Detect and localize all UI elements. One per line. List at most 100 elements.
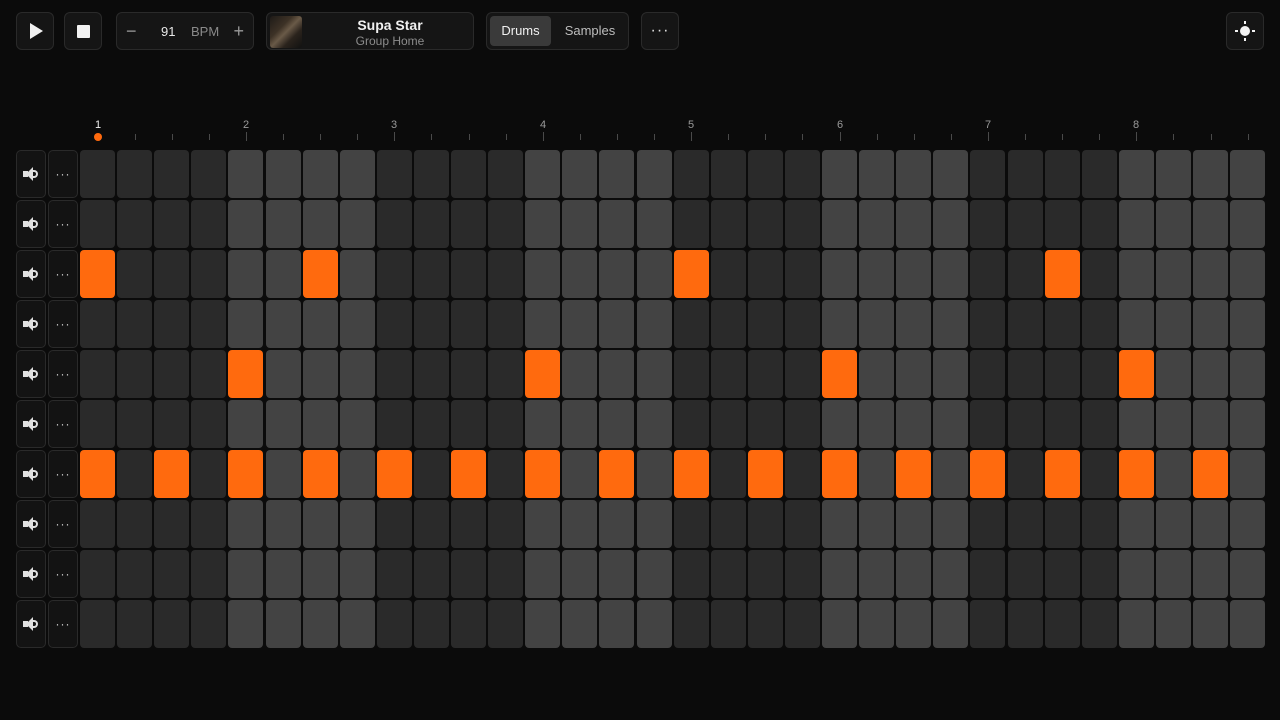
step-pad[interactable]: [562, 400, 597, 448]
step-pad-active[interactable]: [970, 450, 1005, 498]
step-pad[interactable]: [377, 300, 412, 348]
step-pad[interactable]: [228, 200, 263, 248]
step-pad[interactable]: [525, 550, 560, 598]
step-pad[interactable]: [637, 550, 672, 598]
step-pad[interactable]: [1156, 550, 1191, 598]
step-pad-active[interactable]: [377, 450, 412, 498]
step-pad[interactable]: [414, 450, 449, 498]
step-pad[interactable]: [80, 500, 115, 548]
step-pad[interactable]: [1045, 300, 1080, 348]
step-pad[interactable]: [80, 550, 115, 598]
step-pad[interactable]: [1008, 150, 1043, 198]
step-pad[interactable]: [80, 300, 115, 348]
step-pad[interactable]: [562, 600, 597, 648]
step-pad[interactable]: [154, 550, 189, 598]
step-pad[interactable]: [859, 400, 894, 448]
step-pad[interactable]: [748, 400, 783, 448]
step-pad[interactable]: [822, 400, 857, 448]
step-pad[interactable]: [525, 200, 560, 248]
step-pad[interactable]: [1008, 250, 1043, 298]
step-pad[interactable]: [488, 450, 523, 498]
step-pad[interactable]: [266, 400, 301, 448]
step-pad[interactable]: [748, 300, 783, 348]
step-pad[interactable]: [340, 500, 375, 548]
step-pad[interactable]: [711, 350, 746, 398]
step-pad[interactable]: [859, 500, 894, 548]
mute-button[interactable]: [16, 200, 46, 248]
step-pad[interactable]: [970, 250, 1005, 298]
step-pad[interactable]: [1045, 350, 1080, 398]
step-pad[interactable]: [970, 150, 1005, 198]
step-pad[interactable]: [80, 150, 115, 198]
step-pad[interactable]: [859, 200, 894, 248]
step-pad[interactable]: [674, 300, 709, 348]
step-pad[interactable]: [414, 350, 449, 398]
step-pad[interactable]: [525, 500, 560, 548]
step-pad[interactable]: [748, 500, 783, 548]
step-pad[interactable]: [228, 550, 263, 598]
step-pad[interactable]: [1193, 350, 1228, 398]
step-pad[interactable]: [191, 300, 226, 348]
row-menu-button[interactable]: ···: [48, 350, 78, 398]
step-pad[interactable]: [414, 150, 449, 198]
step-pad-active[interactable]: [154, 450, 189, 498]
step-pad[interactable]: [599, 600, 634, 648]
step-pad[interactable]: [1045, 500, 1080, 548]
step-pad[interactable]: [377, 200, 412, 248]
step-pad[interactable]: [599, 200, 634, 248]
row-menu-button[interactable]: ···: [48, 300, 78, 348]
step-pad[interactable]: [340, 450, 375, 498]
step-pad[interactable]: [80, 200, 115, 248]
step-pad[interactable]: [1156, 400, 1191, 448]
step-pad[interactable]: [859, 600, 894, 648]
step-pad[interactable]: [340, 400, 375, 448]
mute-button[interactable]: [16, 350, 46, 398]
step-pad[interactable]: [896, 600, 931, 648]
step-pad[interactable]: [1045, 600, 1080, 648]
step-pad[interactable]: [674, 550, 709, 598]
step-pad[interactable]: [711, 500, 746, 548]
step-pad[interactable]: [377, 150, 412, 198]
step-pad-active[interactable]: [525, 350, 560, 398]
row-menu-button[interactable]: ···: [48, 250, 78, 298]
step-pad[interactable]: [896, 500, 931, 548]
step-pad[interactable]: [674, 500, 709, 548]
step-pad[interactable]: [266, 550, 301, 598]
step-pad[interactable]: [117, 300, 152, 348]
step-pad[interactable]: [340, 200, 375, 248]
step-pad[interactable]: [896, 300, 931, 348]
step-pad[interactable]: [1156, 600, 1191, 648]
step-pad[interactable]: [451, 150, 486, 198]
step-pad[interactable]: [637, 350, 672, 398]
step-pad[interactable]: [414, 550, 449, 598]
step-pad[interactable]: [377, 600, 412, 648]
step-pad-active[interactable]: [525, 450, 560, 498]
step-pad[interactable]: [303, 600, 338, 648]
step-pad[interactable]: [451, 200, 486, 248]
step-pad[interactable]: [303, 550, 338, 598]
step-pad[interactable]: [970, 350, 1005, 398]
step-pad[interactable]: [1230, 250, 1265, 298]
step-pad-active[interactable]: [80, 250, 115, 298]
step-pad[interactable]: [377, 550, 412, 598]
step-pad[interactable]: [637, 250, 672, 298]
step-pad[interactable]: [711, 600, 746, 648]
step-pad[interactable]: [266, 500, 301, 548]
step-pad[interactable]: [414, 250, 449, 298]
step-pad-active[interactable]: [674, 250, 709, 298]
step-pad-active[interactable]: [228, 350, 263, 398]
step-pad[interactable]: [1082, 350, 1117, 398]
step-pad[interactable]: [562, 500, 597, 548]
step-pad[interactable]: [191, 350, 226, 398]
step-pad-active[interactable]: [1045, 450, 1080, 498]
step-pad[interactable]: [933, 200, 968, 248]
step-pad[interactable]: [1082, 450, 1117, 498]
step-pad[interactable]: [191, 250, 226, 298]
step-pad[interactable]: [191, 550, 226, 598]
step-pad[interactable]: [451, 500, 486, 548]
step-pad[interactable]: [1156, 350, 1191, 398]
step-pad[interactable]: [488, 550, 523, 598]
step-pad[interactable]: [1008, 400, 1043, 448]
step-pad[interactable]: [562, 450, 597, 498]
step-pad[interactable]: [117, 150, 152, 198]
